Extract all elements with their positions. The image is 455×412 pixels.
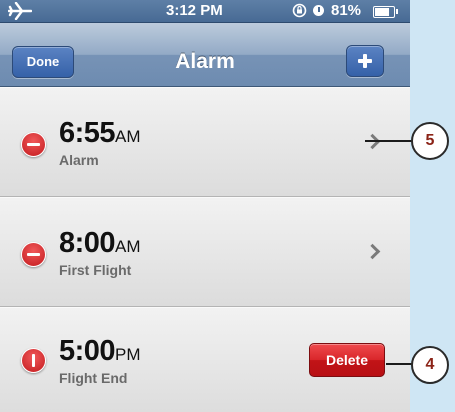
alarm-row[interactable]: 6:55AM Alarm [0,87,410,197]
alarm-time-value: 6:55 [59,117,116,149]
callout-line [365,140,413,142]
alarm-ampm: PM [115,345,141,364]
battery-fill [375,8,389,16]
delete-toggle-icon[interactable] [21,348,46,373]
alarm-label: First Flight [59,262,132,278]
battery-tip [396,9,398,14]
minus-icon [27,253,40,256]
add-alarm-button[interactable] [346,45,384,77]
plus-icon [356,52,374,70]
delete-toggle-icon[interactable] [21,132,46,157]
status-time: 3:12 PM [166,2,223,19]
chevron-right-icon[interactable] [364,243,381,260]
alarm-ampm: AM [115,237,141,256]
callout-badge: 4 [411,346,449,384]
alarm-ampm: AM [115,127,141,146]
alarm-time: 5:00PM [59,335,141,368]
airplane-icon [8,2,32,20]
alarm-time-value: 8:00 [59,227,116,259]
minus-icon [27,143,40,146]
rotation-lock-icon [292,3,307,18]
alarm-icon [313,5,324,16]
delete-toggle-icon[interactable] [21,242,46,267]
vertical-bar-icon [32,354,35,367]
phone-screen: 3:12 PM 81% Done Alarm 6:55AM Alarm 8:00… [0,0,410,412]
alarm-time-value: 5:00 [59,335,116,367]
alarm-label: Alarm [59,152,99,168]
alarm-time: 8:00AM [59,227,141,260]
battery-percent: 81% [331,2,362,19]
alarm-label: Flight End [59,370,128,386]
delete-button[interactable]: Delete [309,343,385,377]
battery-icon [373,6,395,18]
callout-line [386,363,413,365]
alarm-row[interactable]: 8:00AM First Flight [0,197,410,307]
status-bar: 3:12 PM 81% [0,0,410,23]
nav-bar: Done Alarm [0,23,410,87]
callout-badge: 5 [411,122,449,160]
alarm-row[interactable]: 5:00PM Flight End Delete [0,307,410,412]
alarm-time: 6:55AM [59,117,141,150]
